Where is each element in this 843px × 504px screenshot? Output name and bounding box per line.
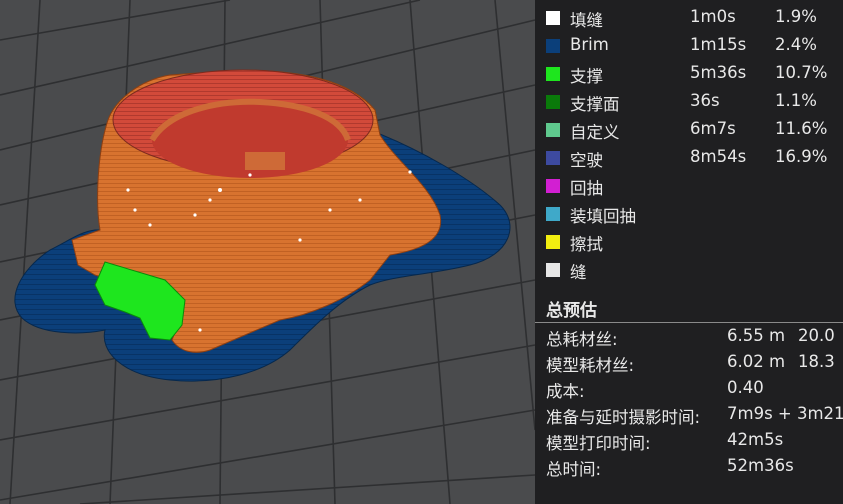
legend-item-percent: 16.9% [775, 147, 828, 166]
summary-value-secondary: 20.0 [798, 326, 835, 345]
summary-label: 总时间: [546, 460, 602, 479]
legend-swatch [546, 67, 560, 81]
legend-item-time: 1m15s [690, 35, 747, 54]
legend-item-name: 支撑 [570, 67, 603, 86]
summary-row: 总耗材丝: 6.55 m 20.0 [535, 326, 843, 352]
legend-item-name: 装填回抽 [570, 207, 636, 226]
legend-item[interactable]: 自定义 6m7s 11.6% [535, 116, 843, 142]
legend-item-time: 8m54s [690, 147, 747, 166]
summary-row: 准备与延时摄影时间: 7m9s + 3m21 [535, 404, 843, 430]
legend-item[interactable]: 装填回抽 [535, 200, 843, 226]
model-inner-tab [245, 152, 285, 170]
summary-label: 模型耗材丝: [546, 356, 635, 375]
summary-label: 成本: [546, 382, 585, 401]
legend-item-name: 缝 [570, 263, 587, 282]
legend-item-name: 填缝 [570, 11, 603, 30]
summary-value: 42m5s [727, 430, 784, 449]
summary-divider [535, 322, 843, 323]
legend-item-time: 5m36s [690, 63, 747, 82]
legend-item-time: 1m0s [690, 7, 736, 26]
summary-label: 总耗材丝: [546, 330, 618, 349]
legend-item[interactable]: 空驶 8m54s 16.9% [535, 144, 843, 170]
legend-item-percent: 1.9% [775, 7, 817, 26]
legend-item[interactable]: 支撑 5m36s 10.7% [535, 60, 843, 86]
legend-item[interactable]: 回抽 [535, 172, 843, 198]
legend-swatch [546, 151, 560, 165]
summary-value: 6.55 m [727, 326, 786, 345]
legend-item[interactable]: 擦拭 [535, 228, 843, 254]
summary-value: 6.02 m [727, 352, 786, 371]
legend-swatch [546, 11, 560, 25]
legend-item-percent: 10.7% [775, 63, 828, 82]
summary-value: 7m9s + 3m21 [727, 404, 843, 423]
summary-value: 52m36s [727, 456, 794, 475]
legend-item-name: 空驶 [570, 151, 603, 170]
summary-label: 模型打印时间: [546, 434, 651, 453]
summary-value-secondary: 18.3 [798, 352, 835, 371]
summary-label: 准备与延时摄影时间: [546, 408, 701, 427]
legend-item-percent: 2.4% [775, 35, 817, 54]
legend-swatch [546, 235, 560, 249]
legend-swatch [546, 179, 560, 193]
legend-item-name: 擦拭 [570, 235, 603, 254]
summary-title: 总预估 [546, 301, 597, 321]
legend-item[interactable]: 填缝 1m0s 1.9% [535, 4, 843, 30]
legend-item[interactable]: 支撑面 36s 1.1% [535, 88, 843, 114]
summary-row: 模型打印时间: 42m5s [535, 430, 843, 456]
legend-item-percent: 11.6% [775, 119, 828, 138]
legend-item[interactable]: 缝 [535, 256, 843, 282]
legend-swatch [546, 263, 560, 277]
legend-swatch [546, 123, 560, 137]
legend-item-time: 6m7s [690, 119, 736, 138]
summary-row: 模型耗材丝: 6.02 m 18.3 [535, 352, 843, 378]
legend-panel: 填缝 1m0s 1.9% Brim 1m15s 2.4% 支撑 5m36s 10.7% 支撑面 36… [535, 0, 843, 504]
legend-item-name: 支撑面 [570, 95, 620, 114]
legend-item-name: 自定义 [570, 123, 620, 142]
legend-item-percent: 1.1% [775, 91, 817, 110]
summary-value: 0.40 [727, 378, 764, 397]
legend-swatch [546, 39, 560, 53]
summary-row: 总时间: 52m36s [535, 456, 843, 482]
legend-item-time: 36s [690, 91, 720, 110]
legend-item[interactable]: Brim 1m15s 2.4% [535, 32, 843, 58]
summary-row: 成本: 0.40 [535, 378, 843, 404]
legend-item-name: Brim [570, 35, 609, 54]
legend-swatch [546, 95, 560, 109]
legend-item-name: 回抽 [570, 179, 603, 198]
legend-swatch [546, 207, 560, 221]
